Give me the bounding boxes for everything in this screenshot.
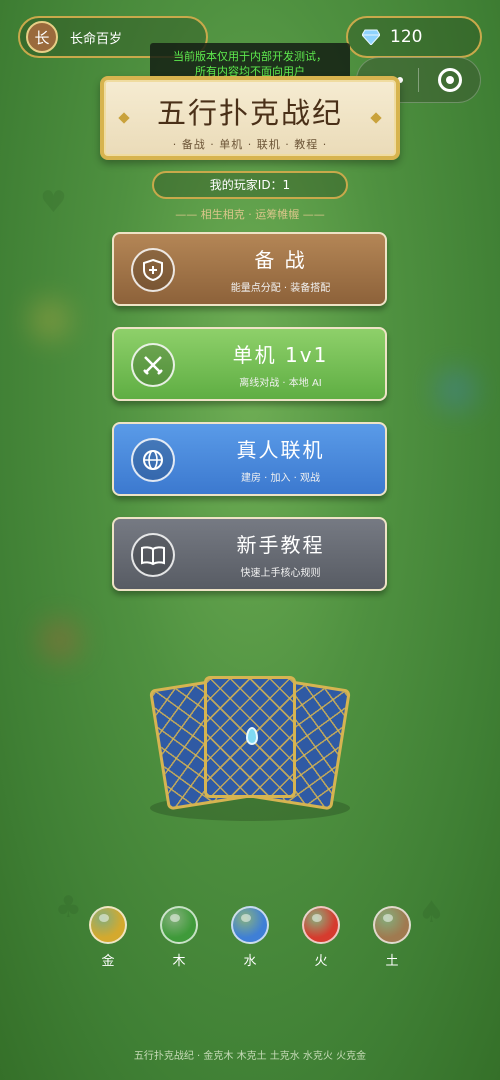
element-label: 木: [172, 954, 186, 969]
title-plaque: 五行扑克战纪 · 备战 · 单机 · 联机 · 教程 ·: [100, 76, 400, 160]
background-glow: [436, 370, 476, 410]
online-match-button[interactable]: 真人联机 建房 · 加入 · 观战: [112, 422, 387, 496]
fire-orb-icon: [302, 906, 340, 944]
background-glow: [40, 620, 80, 660]
globe-icon: [131, 438, 175, 482]
element-label: 金: [101, 954, 115, 969]
gem-balance[interactable]: 120: [346, 16, 482, 58]
element-fire: 火: [302, 906, 340, 969]
game-title: 五行扑克战纪: [156, 96, 343, 130]
tutorial-button[interactable]: 新手教程 快速上手核心规则: [112, 517, 387, 591]
motto: —— 相生相克 · 运筹帷幄 ——: [175, 208, 325, 221]
club-suit-decoration: ♣: [55, 890, 82, 925]
crossed-swords-icon: [131, 343, 175, 387]
spade-suit-decoration: ♠: [418, 895, 445, 930]
user-name: 长命百岁: [70, 31, 123, 47]
earth-orb-icon: [373, 906, 411, 944]
water-orb-icon: [231, 906, 269, 944]
element-earth: 土: [373, 906, 411, 969]
online-match-desc: 建房 · 加入 · 观战: [240, 473, 321, 484]
single-player-button[interactable]: 单机 1v1 离线对战 · 本地 AI: [112, 327, 387, 401]
dev-notice-line1: 当前版本仅用于内部开发测试，: [173, 50, 327, 63]
open-book-icon: [131, 533, 175, 577]
background-glow: [30, 300, 70, 340]
tutorial-label: 新手教程: [236, 533, 325, 557]
prepare-desc: 能量点分配 · 装备搭配: [230, 283, 331, 294]
element-label: 土: [385, 954, 399, 969]
online-match-label: 真人联机: [236, 438, 325, 462]
water-drop-icon: [246, 727, 258, 745]
player-id-badge: 我的玩家ID：1: [152, 171, 348, 199]
single-player-label: 单机 1v1: [232, 343, 329, 367]
five-elements-row: 金 木 水 火 土: [89, 906, 411, 969]
element-label: 水: [243, 954, 257, 969]
close-miniprogram-button[interactable]: [419, 68, 480, 92]
element-metal: 金: [89, 906, 127, 969]
shield-plus-icon: [131, 248, 175, 292]
game-subtitle: · 备战 · 单机 · 联机 · 教程 ·: [172, 138, 328, 151]
gem-count: 120: [390, 27, 423, 47]
card-back: [204, 676, 296, 798]
avatar[interactable]: 长: [26, 21, 58, 53]
diamond-gem-icon: [362, 29, 380, 45]
prepare-label: 备 战: [254, 248, 307, 272]
metal-orb-icon: [89, 906, 127, 944]
tutorial-desc: 快速上手核心规则: [240, 568, 321, 579]
element-water: 水: [231, 906, 269, 969]
element-label: 火: [314, 954, 328, 969]
single-player-desc: 离线对战 · 本地 AI: [239, 378, 322, 389]
element-wood: 木: [160, 906, 198, 969]
card-fan-illustration: [149, 670, 351, 830]
footer-text: 五行扑克战纪 · 金克木 木克土 土克水 水克火 火克金: [133, 1051, 367, 1062]
wood-orb-icon: [160, 906, 198, 944]
prepare-button[interactable]: 备 战 能量点分配 · 装备搭配: [112, 232, 387, 306]
target-icon: [437, 68, 462, 92]
